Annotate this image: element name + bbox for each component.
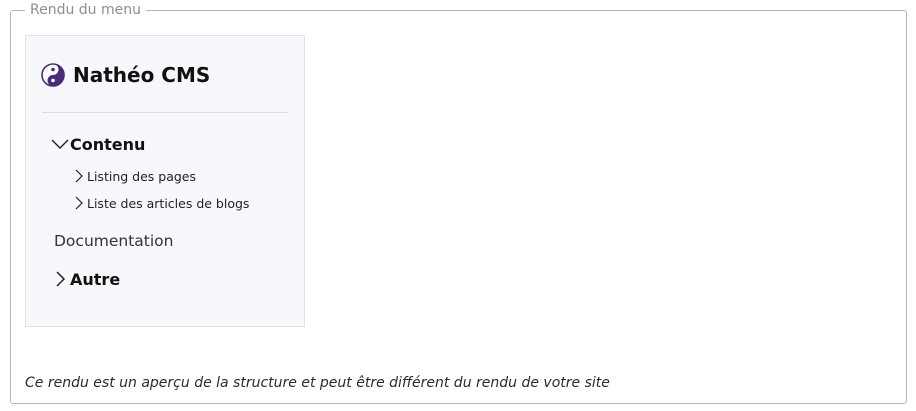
menu-item-label: Liste des articles de blogs — [87, 195, 250, 211]
chevron-right-icon — [74, 169, 84, 183]
chevron-down-icon — [50, 137, 70, 151]
menu-preview-card: Nathéo CMS Contenu Listing des pages Lis… — [25, 35, 305, 327]
brand-label: Nathéo CMS — [73, 63, 211, 87]
chevron-right-icon — [74, 196, 84, 210]
divider — [42, 112, 288, 113]
fieldset-legend: Rendu du menu — [25, 2, 147, 18]
menu-section-label: Autre — [70, 269, 121, 289]
menu-section-autre[interactable]: Autre — [54, 268, 120, 290]
menu-section-contenu[interactable]: Contenu — [50, 133, 145, 155]
menu-preview-fieldset: Rendu du menu Nathéo CMS Contenu Listing… — [10, 2, 907, 404]
menu-item-documentation[interactable]: Documentation — [54, 232, 174, 250]
menu-section-label: Contenu — [70, 134, 146, 154]
menu-item-listing-pages[interactable]: Listing des pages — [74, 167, 196, 185]
yin-yang-icon — [41, 63, 73, 87]
brand[interactable]: Nathéo CMS — [41, 62, 210, 88]
chevron-right-icon — [54, 270, 66, 288]
menu-item-blog-articles[interactable]: Liste des articles de blogs — [74, 194, 249, 212]
preview-disclaimer: Ce rendu est un aperçu de la structure e… — [25, 375, 610, 391]
menu-item-label: Listing des pages — [87, 168, 196, 184]
